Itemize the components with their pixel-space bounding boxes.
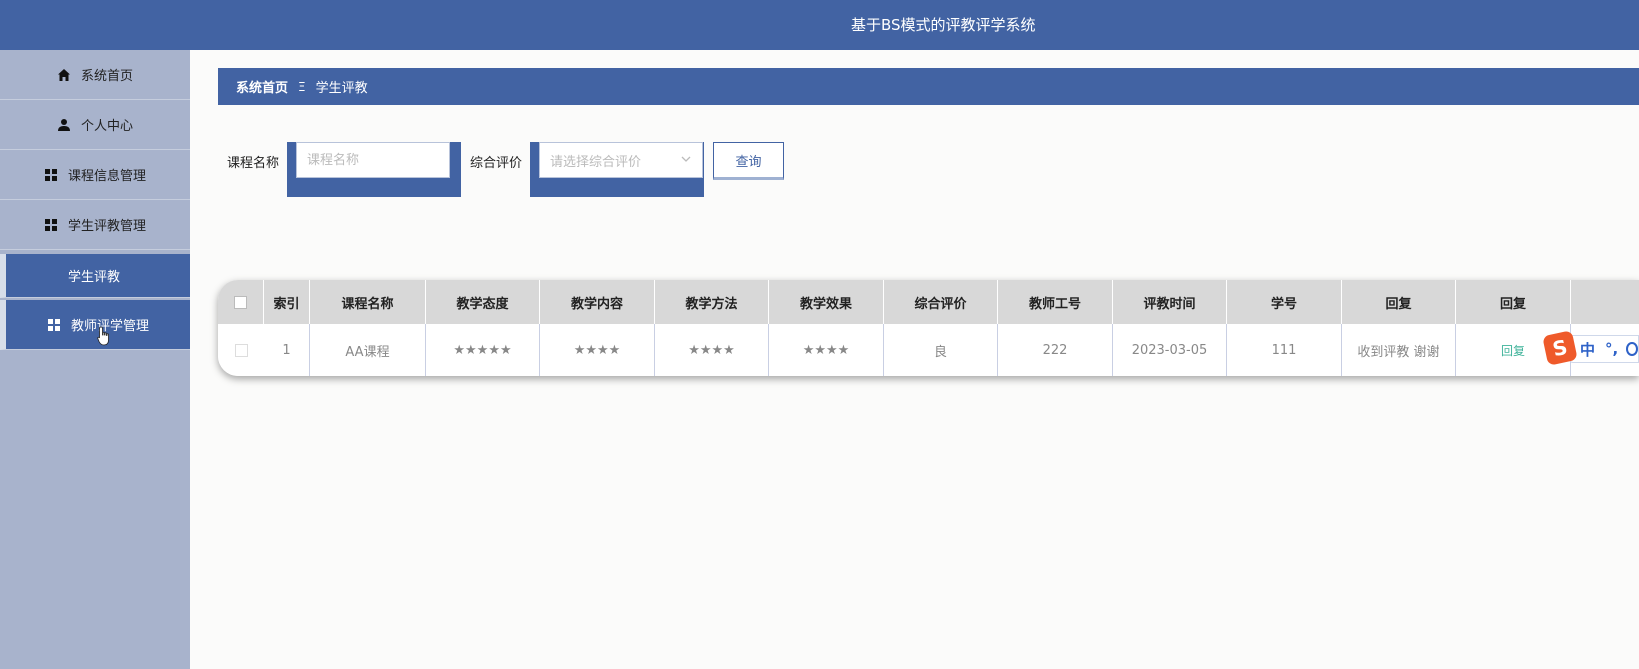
table-cell: ★★★★	[540, 324, 655, 376]
sidebar-item-home[interactable]: 系统首页	[0, 50, 190, 100]
rating-select[interactable]: 请选择综合评价	[539, 142, 703, 178]
ime-settings-icon[interactable]	[1626, 342, 1638, 356]
reply-link[interactable]: 回复	[1501, 342, 1525, 359]
hand-cursor-icon	[97, 326, 109, 346]
table-header: 索引 课程名称 教学态度 教学内容 教学方法 教学效果 综合评价 教师工号 评教…	[218, 280, 1639, 324]
table-cell: ★★★★	[769, 324, 884, 376]
column-header[interactable]: 回复	[1342, 280, 1456, 324]
column-header[interactable]: 教学效果	[769, 280, 884, 324]
breadcrumb-home-link[interactable]: 系统首页	[236, 77, 288, 96]
sidebar-item-label: 学生评教管理	[67, 219, 146, 234]
column-header[interactable]: 教学内容	[540, 280, 655, 324]
sidebar-subitem-student-evaluation[interactable]: 学生评教	[0, 254, 190, 298]
user-icon	[57, 118, 71, 132]
column-header-actions	[1571, 280, 1639, 324]
grid-icon	[47, 318, 61, 332]
column-header[interactable]: 教学态度	[426, 280, 540, 324]
app-title: 基于BS模式的评教评学系统	[851, 16, 1036, 34]
table-cell: 222	[998, 324, 1113, 376]
table-cell: 良	[884, 324, 998, 376]
table-cell: 收到评教 谢谢	[1342, 324, 1456, 376]
column-header[interactable]: 教学方法	[655, 280, 769, 324]
breadcrumb: 系统首页 Ξ 学生评教	[218, 68, 1639, 105]
row-checkbox[interactable]	[234, 343, 248, 357]
table-row[interactable]: 1 AA课程 ★★★★★ ★★★★ ★★★★ ★★★★ 良 222 2023-0…	[218, 324, 1639, 376]
table-cell: ★★★★★	[426, 324, 540, 376]
row-select-cell	[218, 324, 264, 376]
ime-panel[interactable]: 中 °,	[1569, 335, 1639, 363]
table-cell: ★★★★	[655, 324, 769, 376]
breadcrumb-current: 学生评教	[315, 81, 368, 96]
table-cell: 1	[264, 324, 310, 376]
sidebar-item-student-evaluation-management[interactable]: 学生评教管理	[0, 200, 190, 250]
column-header[interactable]: 回复	[1456, 280, 1571, 324]
top-header: 基于BS模式的评教评学系统	[0, 0, 1639, 50]
sidebar-item-teacher-evaluation-management[interactable]: 教师评学管理	[0, 300, 190, 350]
select-all-checkbox[interactable]	[234, 295, 247, 309]
evaluation-table: 索引 课程名称 教学态度 教学内容 教学方法 教学效果 综合评价 教师工号 评教…	[218, 280, 1639, 376]
rating-select-placeholder: 请选择综合评价	[550, 154, 642, 170]
ime-punctuation-toggle[interactable]: °,	[1605, 340, 1618, 358]
course-name-label: 课程名称	[227, 156, 280, 171]
home-icon	[57, 68, 71, 82]
grid-icon	[44, 168, 58, 182]
column-header[interactable]: 评教时间	[1113, 280, 1227, 324]
column-header[interactable]: 课程名称	[310, 280, 426, 324]
grid-icon	[44, 218, 58, 232]
select-all-cell	[218, 280, 264, 324]
app-root: 基于BS模式的评教评学系统 系统首页 个人中心 课程信息管理 学生评教管理 学生…	[0, 0, 1639, 669]
ime-toolbar[interactable]: 中 °, S	[1542, 330, 1639, 366]
course-name-field-frame	[287, 142, 461, 197]
column-header[interactable]: 综合评价	[884, 280, 998, 324]
chevron-down-icon	[680, 153, 692, 168]
rating-label: 综合评价	[470, 156, 523, 171]
sogou-ime-logo-icon[interactable]: S	[1542, 330, 1578, 366]
sidebar-item-label: 个人中心	[80, 119, 133, 134]
breadcrumb-separator-icon: Ξ	[298, 79, 306, 94]
sidebar-item-label: 系统首页	[80, 69, 133, 84]
query-button[interactable]: 查询	[713, 142, 784, 180]
sidebar-item-label: 课程信息管理	[67, 169, 146, 184]
column-header[interactable]: 教师工号	[998, 280, 1113, 324]
column-header[interactable]: 索引	[264, 280, 310, 324]
sidebar: 系统首页 个人中心 课程信息管理 学生评教管理 学生评教 教师评学管理	[0, 50, 190, 669]
sidebar-item-profile[interactable]: 个人中心	[0, 100, 190, 150]
sidebar-item-course-management[interactable]: 课程信息管理	[0, 150, 190, 200]
table-cell: 111	[1227, 324, 1342, 376]
course-name-input[interactable]	[296, 142, 450, 178]
table-cell: 2023-03-05	[1113, 324, 1227, 376]
table-cell: AA课程	[310, 324, 426, 376]
column-header[interactable]: 学号	[1227, 280, 1342, 324]
ime-language-toggle[interactable]: 中	[1580, 339, 1595, 360]
sidebar-item-label: 学生评教	[68, 270, 121, 285]
rating-select-frame: 请选择综合评价	[530, 142, 704, 197]
